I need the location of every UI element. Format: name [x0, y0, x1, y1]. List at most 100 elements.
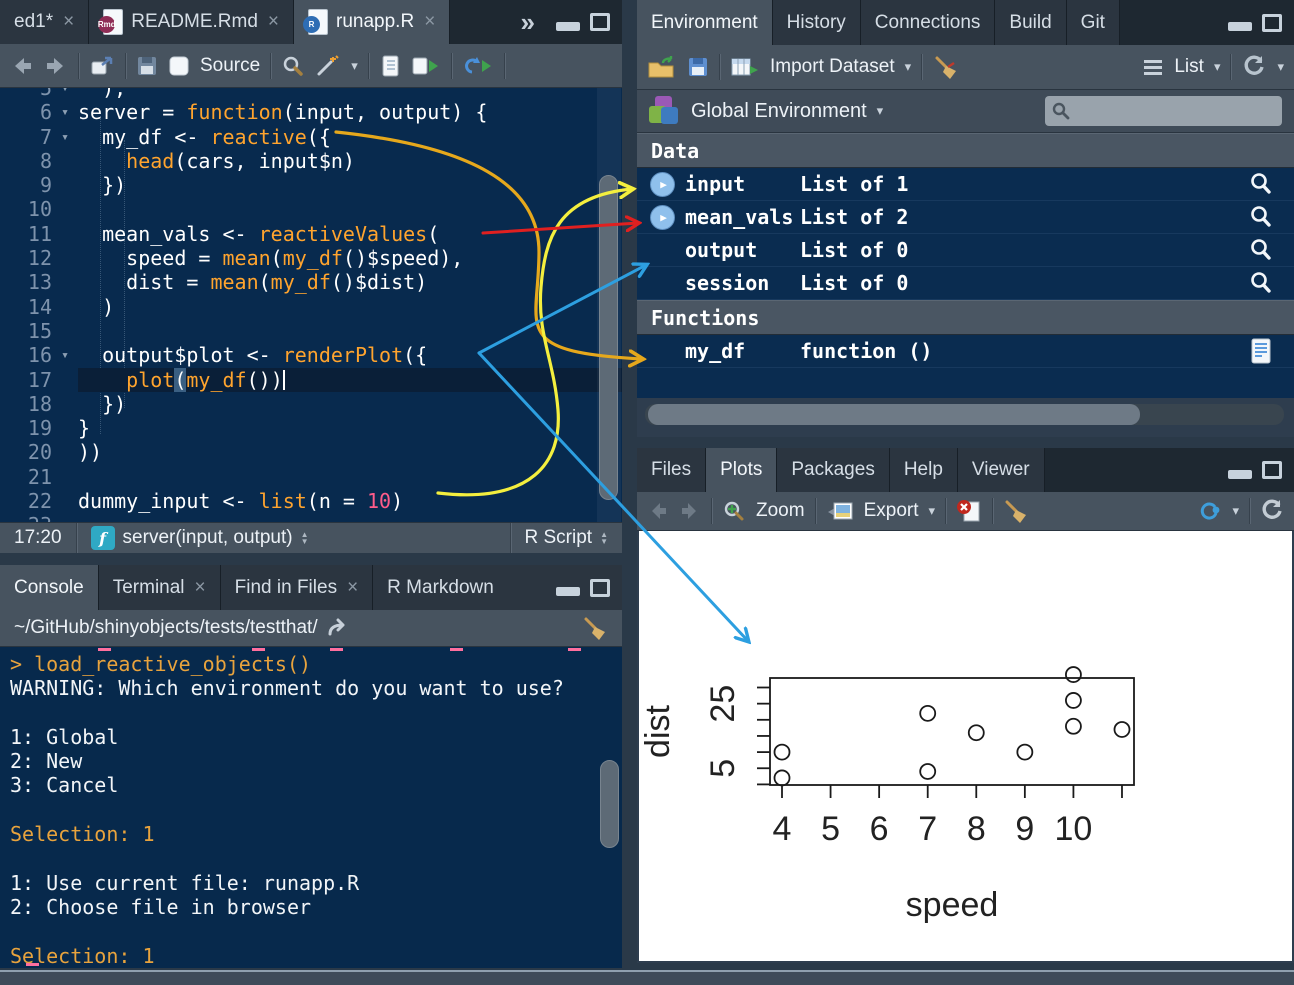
code-line[interactable]: 9 }) — [0, 173, 622, 197]
tab-console[interactable]: Console — [0, 565, 99, 610]
close-icon[interactable]: × — [195, 577, 206, 599]
run-icon[interactable] — [411, 54, 441, 78]
view-function-button[interactable] — [1248, 338, 1274, 364]
import-dataset-icon[interactable] — [730, 56, 760, 78]
expand-object-icon[interactable]: ▶ — [650, 205, 675, 230]
inspect-object-button[interactable] — [1248, 171, 1274, 197]
tab-find-in-files[interactable]: Find in Files × — [221, 565, 374, 610]
publish-icon[interactable] — [1196, 499, 1222, 523]
compile-notebook-icon[interactable] — [379, 54, 401, 78]
inspect-object-button[interactable] — [1248, 237, 1274, 263]
refresh-icon[interactable] — [1241, 54, 1267, 80]
code-line[interactable]: 15 — [0, 319, 622, 343]
fold-arrow-icon[interactable]: ▾ — [52, 343, 78, 367]
source-on-save-checkbox[interactable] — [168, 55, 190, 77]
close-icon[interactable]: × — [268, 11, 279, 33]
code-line[interactable]: 22dummy_input <- list(n = 10) — [0, 489, 622, 513]
list-view-icon[interactable] — [1142, 58, 1164, 76]
tab-overflow-icon[interactable]: » — [509, 0, 544, 44]
find-replace-icon[interactable] — [281, 54, 305, 78]
editor-scrollbar-thumb[interactable] — [599, 175, 618, 500]
maximize-icon[interactable] — [590, 13, 610, 31]
publish-caret[interactable]: ▾ — [1232, 503, 1239, 519]
editor-tab-ed1[interactable]: ed1* × — [0, 0, 89, 44]
code-tools-wand-icon[interactable] — [315, 54, 341, 78]
maximize-icon[interactable] — [1262, 461, 1282, 479]
forward-icon[interactable] — [44, 54, 68, 78]
tab-terminal[interactable]: Terminal × — [99, 565, 221, 610]
code-line[interactable]: 12 speed = mean(my_df()$speed), — [0, 246, 622, 270]
scope-selector[interactable]: f server(input, output) ▲▼ — [76, 523, 323, 553]
import-dataset-label[interactable]: Import Dataset — [770, 56, 895, 78]
import-dataset-caret[interactable]: ▾ — [905, 59, 912, 75]
code-line[interactable]: 23 — [0, 513, 622, 522]
expand-object-icon[interactable]: ▶ — [650, 172, 675, 197]
code-line[interactable]: 16▾ output$plot <- renderPlot({ — [0, 343, 622, 367]
minimize-icon[interactable] — [556, 22, 580, 31]
code-line[interactable]: 18 }) — [0, 392, 622, 416]
refresh-plot-icon[interactable] — [1260, 499, 1284, 523]
environment-object-row[interactable]: sessionList of 0 — [637, 267, 1294, 300]
clear-workspace-broom-icon[interactable] — [932, 54, 960, 80]
fold-arrow-icon[interactable]: ▾ — [52, 100, 78, 124]
minimize-icon[interactable] — [556, 587, 580, 596]
code-line[interactable]: 17 plot(my_df()) — [0, 368, 622, 392]
environment-object-row[interactable]: outputList of 0 — [637, 234, 1294, 267]
save-icon[interactable] — [136, 55, 158, 77]
tab-build[interactable]: Build — [995, 0, 1066, 45]
export-caret[interactable]: ▾ — [929, 503, 936, 519]
fold-arrow-icon[interactable]: ▾ — [52, 88, 78, 100]
console-scrollbar-thumb[interactable] — [600, 760, 619, 848]
open-in-new-window-icon[interactable] — [89, 54, 115, 78]
export-plot-icon[interactable] — [826, 500, 854, 522]
editor-tab-runapp[interactable]: R runapp.R × — [294, 0, 450, 44]
tab-git[interactable]: Git — [1067, 0, 1120, 45]
environment-hscrollbar-thumb[interactable] — [648, 404, 1140, 425]
minimize-icon[interactable] — [1228, 470, 1252, 479]
inspect-object-button[interactable] — [1248, 270, 1274, 296]
code-line[interactable]: 14 ) — [0, 295, 622, 319]
list-view-caret[interactable]: ▾ — [1214, 59, 1221, 75]
clear-console-broom-icon[interactable] — [582, 615, 608, 641]
tab-files[interactable]: Files — [637, 448, 706, 492]
code-line[interactable]: 7▾ my_df <- reactive({ — [0, 125, 622, 149]
code-line[interactable]: 5▾ ), — [0, 88, 622, 100]
next-plot-icon[interactable] — [679, 500, 701, 522]
close-icon[interactable]: × — [63, 11, 74, 33]
fold-arrow-icon[interactable]: ▾ — [52, 125, 78, 149]
editor-tab-readme[interactable]: Rmd README.Rmd × — [89, 0, 294, 44]
environment-search-input[interactable] — [1045, 96, 1282, 126]
code-line[interactable]: 19} — [0, 416, 622, 440]
maximize-icon[interactable] — [1262, 14, 1282, 32]
console-output[interactable]: > load_reactive_objects()WARNING: Which … — [0, 647, 622, 968]
code-editor[interactable]: 5▾ ),6▾server = function(input, output) … — [0, 88, 622, 522]
zoom-plot-icon[interactable] — [722, 499, 746, 523]
inspect-object-button[interactable] — [1248, 204, 1274, 230]
code-line[interactable]: 10 — [0, 197, 622, 221]
tab-help[interactable]: Help — [890, 448, 958, 492]
code-line[interactable]: 13 dist = mean(my_df()$dist) — [0, 270, 622, 294]
environment-hscrollbar[interactable] — [637, 404, 1294, 428]
export-plot-label[interactable]: Export — [864, 500, 919, 522]
load-workspace-folder-icon[interactable] — [647, 55, 677, 79]
environment-object-row[interactable]: my_dffunction () — [637, 335, 1294, 368]
environment-scope-caret[interactable]: ▾ — [877, 103, 884, 119]
remove-plot-icon[interactable] — [956, 499, 982, 523]
environment-object-row[interactable]: ▶inputList of 1 — [637, 168, 1294, 201]
save-workspace-icon[interactable] — [687, 56, 709, 78]
minimize-icon[interactable] — [1228, 22, 1252, 31]
close-icon[interactable]: × — [424, 11, 435, 33]
doc-type-selector[interactable]: R Script ▲▼ — [510, 523, 623, 553]
environment-object-row[interactable]: ▶mean_valsList of 2 — [637, 201, 1294, 234]
refresh-caret[interactable]: ▾ — [1277, 59, 1284, 75]
rerun-source-icon[interactable] — [462, 54, 494, 78]
list-view-label[interactable]: List — [1174, 56, 1204, 78]
tab-environment[interactable]: Environment — [637, 0, 773, 45]
code-line[interactable]: 21 — [0, 465, 622, 489]
code-line[interactable]: 6▾server = function(input, output) { — [0, 100, 622, 124]
code-line[interactable]: 20)) — [0, 440, 622, 464]
tab-plots[interactable]: Plots — [706, 448, 777, 492]
wand-dropdown-caret[interactable]: ▾ — [351, 58, 358, 74]
tab-history[interactable]: History — [773, 0, 861, 45]
tab-viewer[interactable]: Viewer — [958, 448, 1045, 492]
